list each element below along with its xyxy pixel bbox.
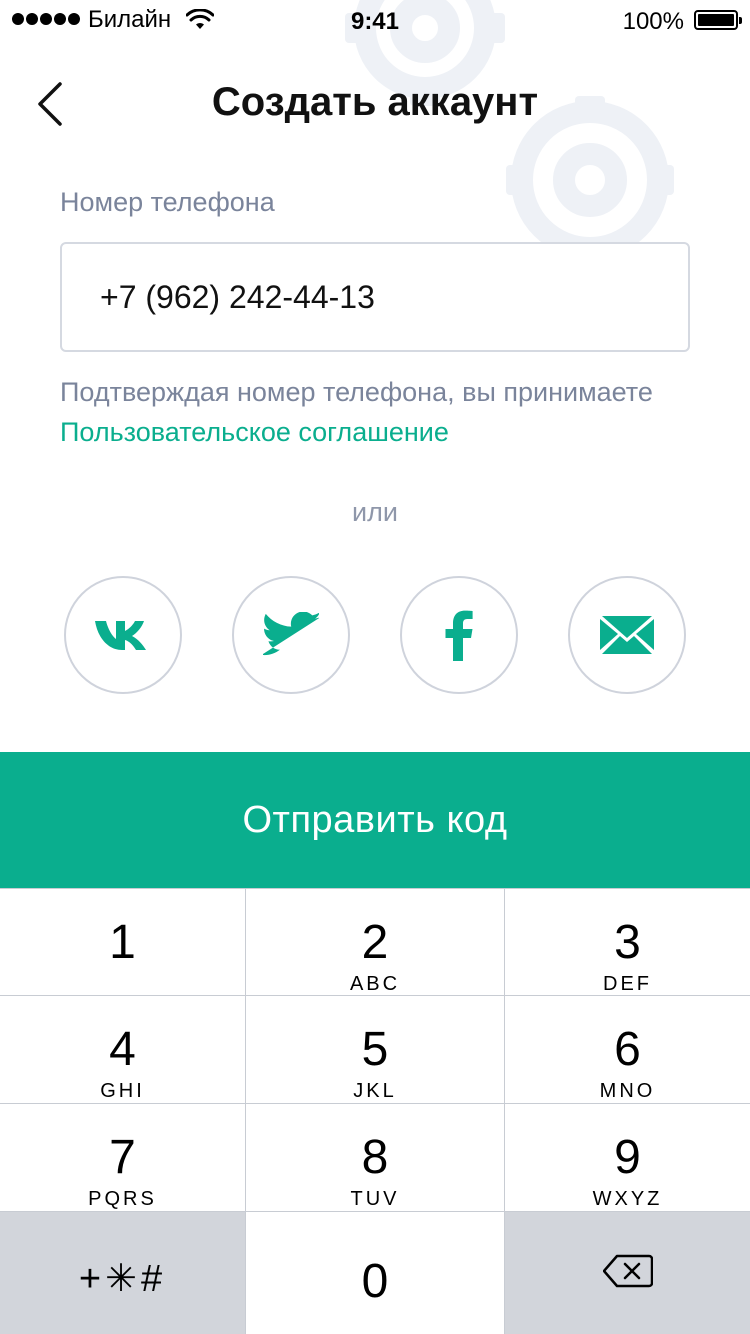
key-letters: ABC	[349, 973, 401, 995]
key-5[interactable]: 5 JKL	[246, 996, 504, 1103]
user-agreement-link[interactable]: Пользовательское соглашение	[60, 417, 449, 447]
email-login-button[interactable]	[568, 576, 686, 694]
facebook-icon	[445, 610, 473, 661]
numeric-keypad: 1 2 ABC 3 DEF 4 GHI 5 JKL 6 MNO 7 PQRS 8…	[0, 888, 750, 1334]
key-letters: GHI	[100, 1080, 145, 1102]
key-digit: 0	[361, 1255, 389, 1308]
key-6[interactable]: 6 MNO	[505, 996, 750, 1103]
key-2[interactable]: 2 ABC	[246, 889, 504, 995]
key-digit: 3	[614, 916, 641, 969]
twitter-login-button[interactable]	[232, 576, 350, 694]
key-letters: TUV	[350, 1188, 400, 1210]
key-letters: JKL	[353, 1080, 397, 1102]
battery-percent: 100%	[622, 8, 684, 35]
key-4[interactable]: 4 GHI	[0, 996, 245, 1103]
key-letters: MNO	[599, 1080, 656, 1102]
key-digit: 5	[361, 1023, 389, 1076]
key-letters: PQRS	[88, 1188, 157, 1210]
key-letters: DEF	[603, 973, 652, 995]
key-letters: WXYZ	[592, 1188, 663, 1210]
key-1[interactable]: 1	[0, 889, 245, 995]
status-bar: Билайн 9:41 100%	[0, 0, 750, 40]
key-digit: 4	[109, 1023, 136, 1076]
key-digit: 6	[614, 1023, 641, 1076]
symbols-label: +✳#	[78, 1258, 167, 1300]
vk-icon	[95, 621, 146, 650]
key-3[interactable]: 3 DEF	[505, 889, 750, 995]
key-digit: 1	[109, 916, 136, 969]
key-digit: 9	[614, 1131, 641, 1184]
backspace-icon	[603, 1254, 653, 1288]
key-digit: 7	[109, 1131, 136, 1184]
key-digit: 8	[361, 1131, 389, 1184]
agreement-text: Подтверждая номер телефона, вы принимает…	[60, 377, 653, 407]
key-delete[interactable]	[505, 1212, 750, 1334]
key-9[interactable]: 9 WXYZ	[505, 1104, 750, 1211]
phone-input[interactable]	[60, 242, 690, 352]
agreement-note: Подтверждая номер телефона, вы принимает…	[60, 372, 720, 452]
key-digit: 2	[361, 916, 389, 969]
phone-label: Номер телефона	[60, 187, 275, 217]
or-divider: или	[352, 497, 398, 527]
send-code-button[interactable]: Отправить код	[0, 752, 750, 888]
mail-icon	[600, 616, 654, 654]
twitter-icon	[263, 612, 319, 656]
page-title: Создать аккаунт	[211, 80, 539, 124]
battery-icon	[694, 10, 742, 30]
vk-login-button[interactable]	[64, 576, 182, 694]
key-7[interactable]: 7 PQRS	[0, 1104, 245, 1211]
key-8[interactable]: 8 TUV	[246, 1104, 504, 1211]
key-0[interactable]: 0	[246, 1212, 504, 1334]
key-symbols[interactable]: +✳#	[0, 1212, 245, 1334]
facebook-login-button[interactable]	[400, 576, 518, 694]
